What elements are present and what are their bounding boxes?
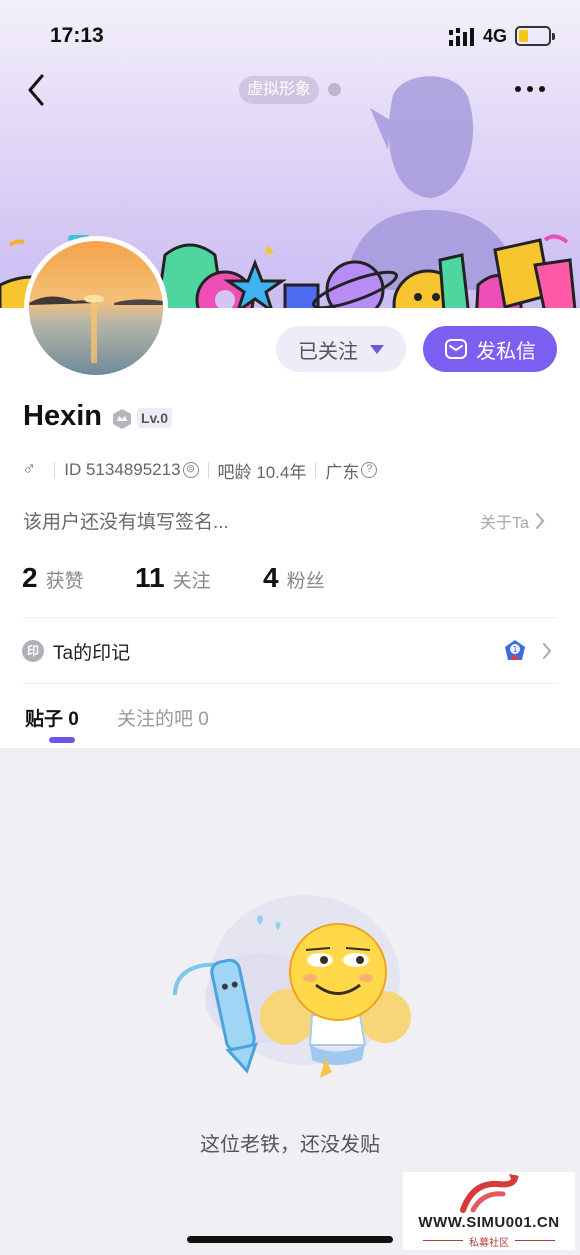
location: 广东 <box>325 462 360 482</box>
stat-label: 粉丝 <box>286 571 325 592</box>
stat-label: 关注 <box>172 571 211 592</box>
dropdown-triangle-icon <box>370 344 384 354</box>
account-age: 吧龄 10.4年 <box>217 462 307 482</box>
signal-icon <box>449 28 474 46</box>
gender-male-icon: ♂ <box>22 459 37 480</box>
network-label: 4G <box>483 26 508 46</box>
svg-text:1: 1 <box>512 645 517 654</box>
seal-icon: 印 <box>22 640 44 662</box>
divider <box>207 462 209 478</box>
battery-icon <box>515 26 555 46</box>
stat-likes[interactable]: 2 获赞 <box>22 562 84 594</box>
chip-dot-icon <box>328 83 341 96</box>
tab-posts[interactable]: 贴子 0 <box>25 704 79 731</box>
status-time: 17:13 <box>50 24 104 47</box>
crown-badge-icon <box>113 409 131 429</box>
avatar[interactable] <box>24 236 168 380</box>
send-message-label: 发私信 <box>476 340 536 363</box>
avatar-image <box>29 241 163 375</box>
status-bar: 17:13 4G <box>0 0 580 74</box>
divider <box>54 462 56 478</box>
help-icon[interactable]: ? <box>361 462 378 478</box>
medal-badge-icon: 1 <box>505 640 525 660</box>
level-badge: Lv.0 <box>137 408 172 428</box>
send-message-button[interactable]: 发私信 <box>423 326 557 372</box>
watermark-subtitle: 私募社区 <box>469 1238 509 1249</box>
copy-icon[interactable]: ⊜ <box>182 462 199 478</box>
stat-following[interactable]: 11 关注 <box>135 562 211 594</box>
about-link[interactable]: 关于Ta <box>480 509 545 533</box>
chevron-right-icon <box>543 643 552 659</box>
username: Hexin <box>23 400 102 432</box>
back-button[interactable] <box>20 70 56 110</box>
follow-button[interactable]: 已关注 <box>276 326 406 372</box>
watermark-logo <box>460 1174 519 1213</box>
signature: 该用户还没有填写签名... <box>23 512 229 533</box>
user-id: ID 5134895213 <box>64 460 181 479</box>
stat-label: 获赞 <box>45 571 84 592</box>
divider <box>22 683 558 684</box>
divider <box>22 617 558 618</box>
about-label: 关于Ta <box>480 515 529 532</box>
divider <box>315 462 317 478</box>
stat-number: 2 <box>22 562 38 593</box>
stat-number: 11 <box>135 562 165 593</box>
stat-number: 4 <box>263 562 279 593</box>
seal-label: Ta的印记 <box>53 642 131 664</box>
chevron-right-icon <box>535 513 545 529</box>
more-button[interactable] <box>510 74 550 104</box>
tab-followed-bars[interactable]: 关注的吧 0 <box>117 704 209 731</box>
profile-tabs: 贴子 0 关注的吧 0 <box>0 700 580 748</box>
seal-row[interactable]: 印 Ta的印记 1 <box>22 635 558 667</box>
empty-state-text: 这位老铁，还没发贴 <box>200 1134 380 1156</box>
empty-state-illustration <box>173 895 411 1078</box>
stat-fans[interactable]: 4 粉丝 <box>263 562 325 594</box>
profile-meta: ♂ ID 5134895213 ⊜ 吧龄 10.4年 广东 ? <box>22 458 378 482</box>
watermark-url: WWW.SIMU001.CN <box>418 1214 560 1231</box>
envelope-icon <box>445 339 467 359</box>
follow-label: 已关注 <box>298 340 358 363</box>
home-indicator[interactable] <box>187 1236 393 1243</box>
tab-indicator <box>49 737 75 743</box>
virtual-avatar-chip[interactable]: 虚拟形象 <box>239 76 320 104</box>
watermark: WWW.SIMU001.CN 私募社区 <box>403 1172 575 1250</box>
